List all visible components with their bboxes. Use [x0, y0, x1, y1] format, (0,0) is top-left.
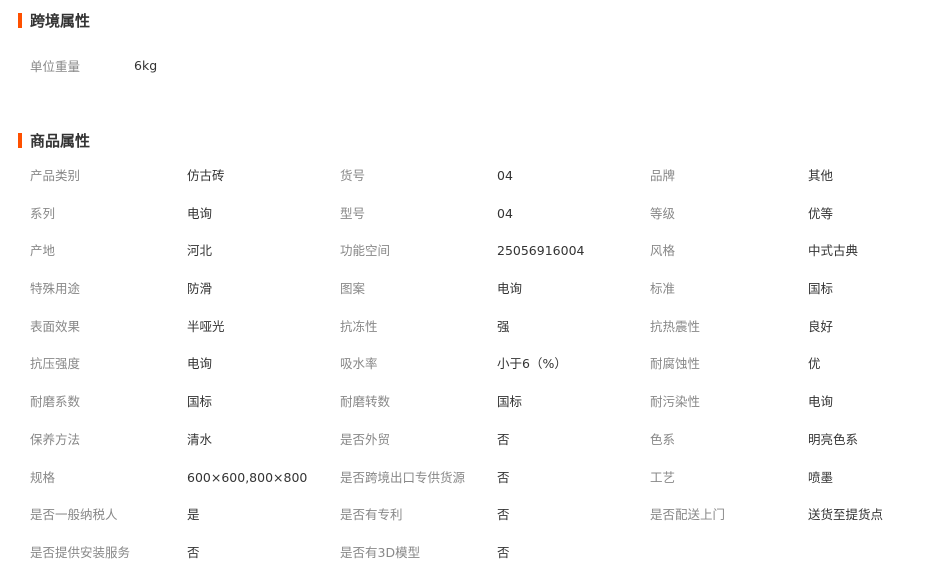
attr-value: 喷墨 — [808, 469, 834, 485]
attr-row: 保养方法 清水 是否外贸 否 色系 明亮色系 — [30, 429, 930, 467]
attr-value: 04 — [497, 168, 513, 183]
attr-value: 电询 — [808, 394, 834, 410]
attr-value: 电询 — [497, 281, 523, 297]
attr-value: 良好 — [808, 318, 834, 334]
attr-value: 电询 — [187, 356, 213, 372]
attr-value: 小于6（%） — [497, 356, 567, 372]
section-accent-bar — [18, 12, 22, 28]
attr-label: 表面效果 — [30, 318, 81, 334]
attr-label: 抗冻性 — [340, 318, 378, 334]
attr-row: 产地 河北 功能空间 25056916004 风格 中式古典 — [30, 240, 930, 278]
cross-border-title-text: 跨境属性 — [30, 11, 91, 30]
attr-label: 等级 — [650, 205, 676, 221]
attr-label: 特殊用途 — [30, 281, 81, 297]
attr-label: 是否提供安装服务 — [30, 544, 131, 560]
attr-value: 强 — [497, 318, 510, 334]
attr-label: 是否一般纳税人 — [30, 507, 118, 523]
attr-label: 耐污染性 — [650, 394, 701, 410]
attr-row: 抗压强度 电询 吸水率 小于6（%） 耐腐蚀性 优 — [30, 353, 930, 391]
product-attrs-title-text: 商品属性 — [30, 131, 91, 150]
attr-value: 国标 — [187, 394, 213, 410]
attr-value: 明亮色系 — [808, 431, 859, 447]
product-attrs-section-title: 商品属性 — [18, 130, 90, 150]
attr-value: 中式古典 — [808, 243, 859, 259]
attr-label: 保养方法 — [30, 431, 81, 447]
attr-label: 是否配送上门 — [650, 507, 726, 523]
attr-value: 是 — [187, 507, 200, 523]
attr-row: 规格 600×600,800×800 是否跨境出口专供货源 否 工艺 喷墨 — [30, 467, 930, 505]
attr-row: 是否提供安装服务 否 是否有3D模型 否 — [30, 542, 930, 580]
attr-value: 电询 — [187, 205, 213, 221]
attr-row: 产品类别 仿古砖 货号 04 品牌 其他 — [30, 165, 930, 203]
attr-value: 600×600,800×800 — [187, 469, 308, 485]
attr-label: 风格 — [650, 243, 676, 259]
attr-value: 优 — [808, 356, 821, 372]
attr-row: 耐磨系数 国标 耐磨转数 国标 耐污染性 电询 — [30, 391, 930, 429]
cross-border-section-title: 跨境属性 — [18, 10, 90, 30]
attr-label: 耐腐蚀性 — [650, 356, 701, 372]
attr-value: 优等 — [808, 205, 834, 221]
section-accent-bar — [18, 132, 22, 148]
attr-label: 耐磨系数 — [30, 394, 81, 410]
attr-label: 抗热震性 — [650, 318, 701, 334]
attr-value: 否 — [497, 507, 510, 523]
attr-label: 是否外贸 — [340, 431, 391, 447]
attr-label: 产地 — [30, 243, 56, 259]
attr-value: 国标 — [497, 394, 523, 410]
attr-value: 25056916004 — [497, 243, 585, 259]
attr-value: 仿古砖 — [187, 168, 225, 183]
attr-label: 是否跨境出口专供货源 — [340, 469, 466, 485]
attr-label: 图案 — [340, 281, 366, 297]
attr-label: 是否有3D模型 — [340, 544, 421, 560]
attr-value: 否 — [497, 469, 510, 485]
attr-value: 否 — [497, 431, 510, 447]
attr-label: 品牌 — [650, 168, 676, 183]
attr-row: 特殊用途 防滑 图案 电询 标准 国标 — [30, 278, 930, 316]
attr-value: 送货至提货点 — [808, 507, 884, 523]
attr-label: 吸水率 — [340, 356, 378, 372]
attr-value: 国标 — [808, 281, 834, 297]
attr-value: 清水 — [187, 431, 213, 447]
attr-value-unit-weight: 6kg — [134, 57, 158, 73]
attr-label: 抗压强度 — [30, 356, 81, 372]
attr-label: 耐磨转数 — [340, 394, 391, 410]
attr-value: 04 — [497, 205, 513, 221]
attr-label: 系列 — [30, 205, 56, 221]
attr-label: 型号 — [340, 205, 366, 221]
attr-value: 其他 — [808, 168, 834, 183]
attr-label: 是否有专利 — [340, 507, 403, 523]
attr-value: 否 — [187, 544, 200, 560]
attr-row: 是否一般纳税人 是 是否有专利 否 是否配送上门 送货至提货点 — [30, 504, 930, 542]
attr-row: 表面效果 半哑光 抗冻性 强 抗热震性 良好 — [30, 316, 930, 354]
attr-value: 半哑光 — [187, 318, 225, 334]
attr-label: 功能空间 — [340, 243, 391, 259]
attr-label-unit-weight: 单位重量 — [30, 58, 81, 74]
attr-label: 规格 — [30, 469, 56, 485]
attr-value: 否 — [497, 544, 510, 560]
product-attrs-grid: 产品类别 仿古砖 货号 04 品牌 其他 系列 电询 型号 04 等级 优等 产地 河北 功能空间 25056… — [30, 165, 930, 580]
attr-row: 系列 电询 型号 04 等级 优等 — [30, 203, 930, 241]
attr-label: 工艺 — [650, 469, 676, 485]
cross-border-attr-row: 单位重量 6kg — [30, 55, 157, 75]
attr-value: 防滑 — [187, 281, 213, 297]
attr-label: 产品类别 — [30, 168, 81, 183]
attr-label: 色系 — [650, 431, 676, 447]
attr-value: 河北 — [187, 243, 213, 259]
attr-label: 货号 — [340, 168, 366, 183]
attr-label: 标准 — [650, 281, 676, 297]
